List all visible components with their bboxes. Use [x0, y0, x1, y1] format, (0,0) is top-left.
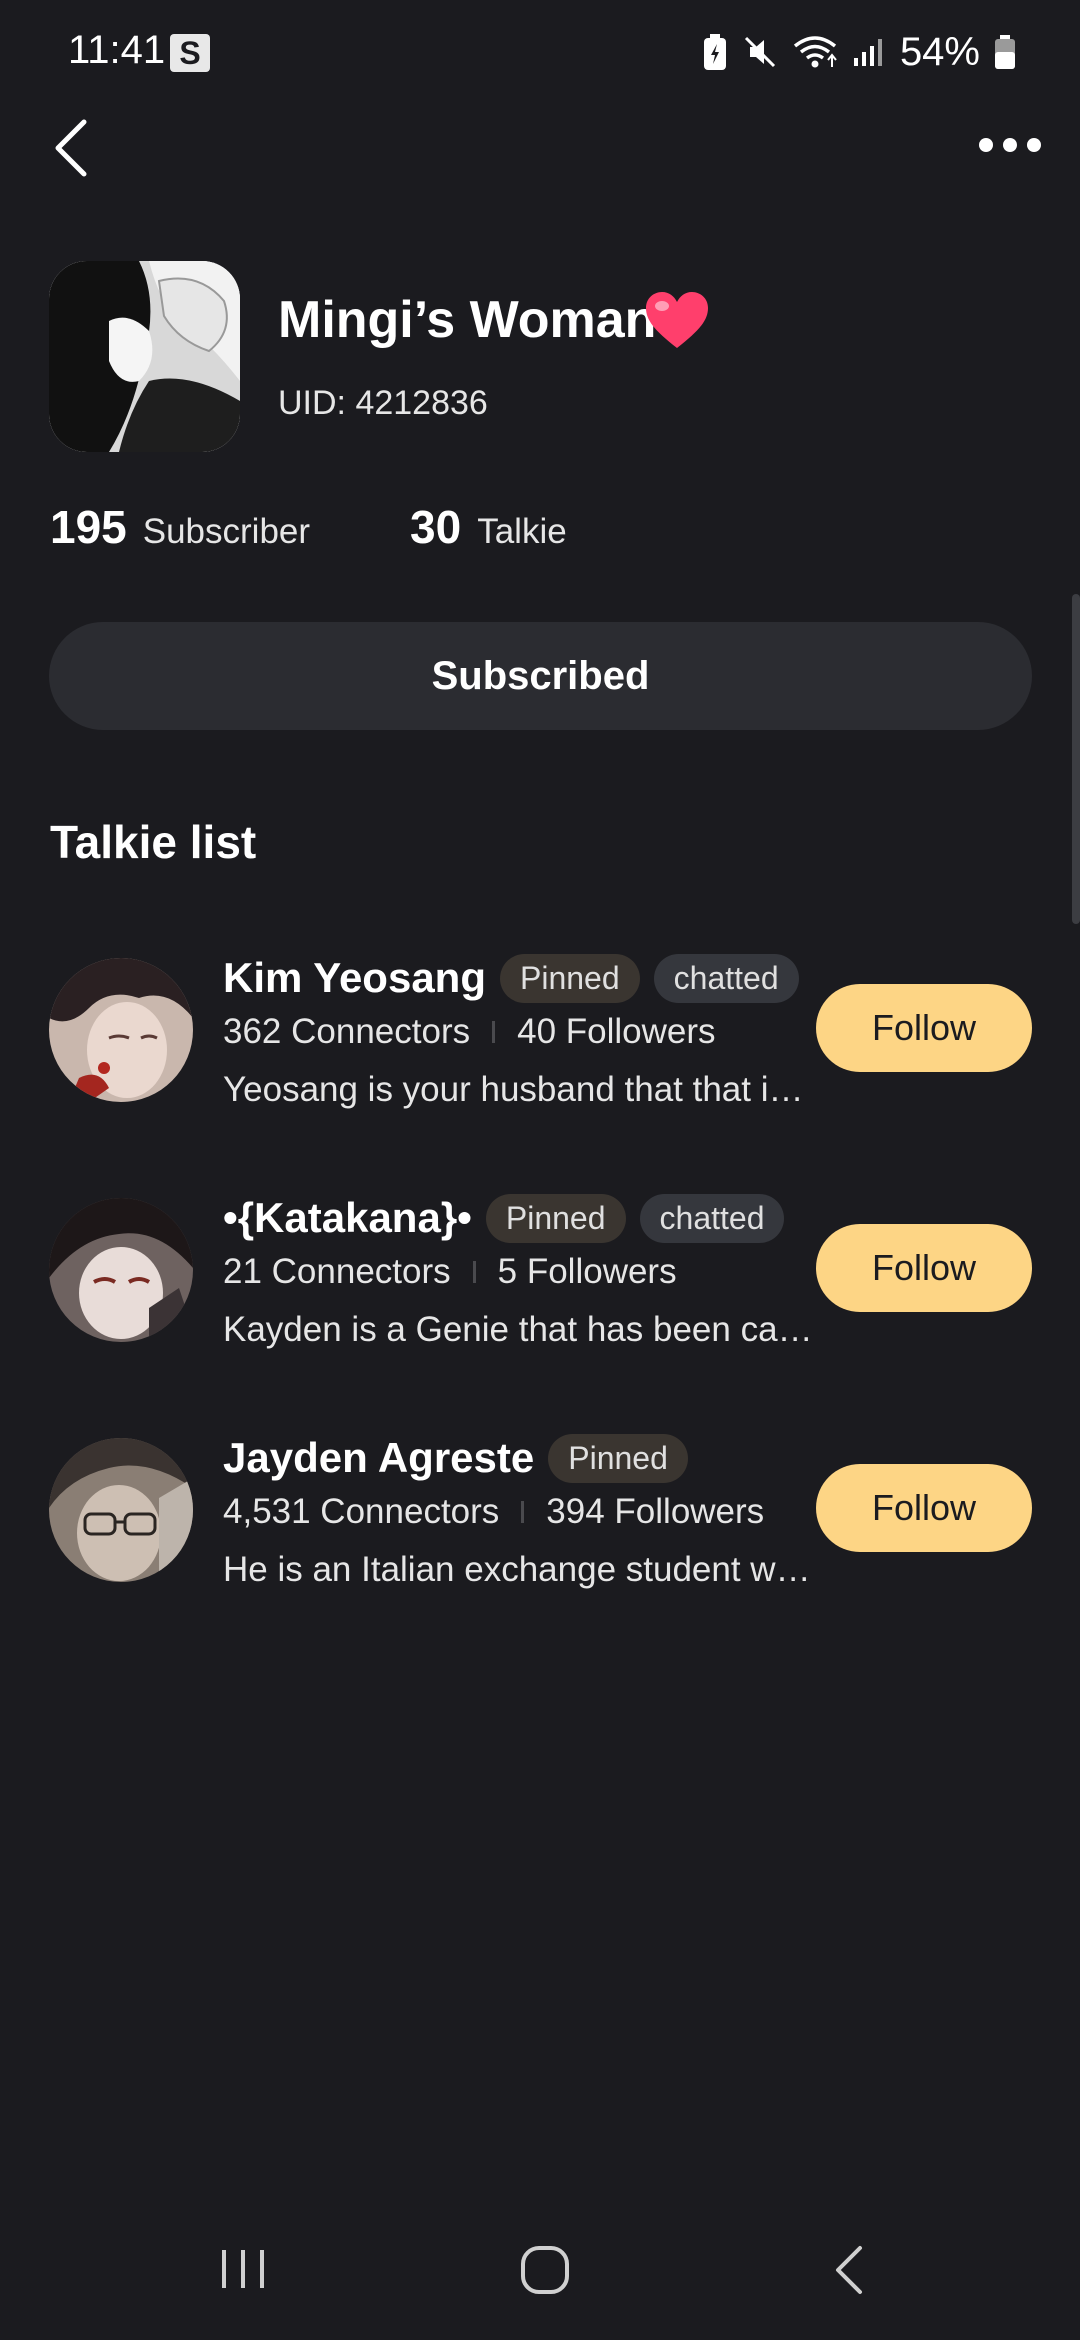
talkie-stats: 4,531 Connectors 394 Followers: [223, 1492, 764, 1532]
home-icon[interactable]: [519, 2244, 571, 2296]
talkie-count: 30: [410, 501, 462, 553]
system-back-icon[interactable]: [830, 2242, 870, 2298]
battery-percent: 54%: [899, 29, 980, 74]
followers-count: 5 Followers: [497, 1252, 677, 1291]
follow-button[interactable]: Follow: [816, 1224, 1032, 1312]
talkie-title-line: Jayden Agreste Pinned: [223, 1428, 688, 1488]
profile-stats: 195 Subscriber 30 Talkie: [50, 500, 567, 570]
talkie-title-line: •{Katakana}• Pinned chatted: [223, 1188, 785, 1248]
talkie-label: Talkie: [477, 512, 567, 551]
talkie-description: Yeosang is your husband that that is a: [223, 1070, 813, 1109]
followers-count: 40 Followers: [517, 1012, 716, 1051]
talkie-avatar: [49, 1198, 193, 1342]
heart-emoji-icon: [646, 292, 708, 348]
battery-icon: [995, 35, 1015, 69]
status-time: 11:41: [68, 28, 166, 72]
pinned-badge: Pinned: [500, 953, 640, 1003]
talkie-stats: 21 Connectors 5 Followers: [223, 1252, 677, 1292]
talkie-name: •{Katakana}•: [223, 1194, 472, 1241]
profile-name: Mingi’s Woman: [278, 291, 657, 349]
subscriber-label: Subscriber: [142, 512, 311, 551]
back-button[interactable]: [40, 108, 104, 188]
pinned-badge: Pinned: [485, 1193, 626, 1243]
follow-button[interactable]: Follow: [816, 984, 1032, 1072]
more-options-button[interactable]: [970, 120, 1050, 170]
connectors-count: 21 Connectors: [223, 1252, 451, 1291]
signal-icon: [853, 39, 882, 66]
mute-icon: [744, 36, 775, 68]
chatted-badge: chatted: [639, 1193, 785, 1243]
profile-uid: UID: 4212836: [278, 384, 488, 422]
talkie-description: He is an Italian exchange student who is: [223, 1550, 813, 1589]
connectors-count: 4,531 Connectors: [223, 1492, 500, 1531]
subscriber-count: 195: [50, 501, 127, 553]
talkie-description: Kayden is a Genie that has been captured: [223, 1310, 813, 1349]
talkie-list-title: Talkie list: [50, 816, 257, 868]
stats-divider: [521, 1501, 525, 1523]
talkie-stats: 362 Connectors 40 Followers: [223, 1012, 716, 1052]
wifi-icon: [793, 36, 837, 68]
status-bar: 11:41 S 54%: [0, 0, 1080, 100]
pinned-badge: Pinned: [548, 1433, 688, 1483]
talkie-avatar: [49, 958, 193, 1102]
more-horizontal-icon: [979, 138, 1041, 152]
app-notification-icon: S: [170, 34, 210, 72]
chevron-left-icon: [55, 119, 87, 177]
recent-apps-icon[interactable]: [218, 2244, 268, 2294]
talkie-list-item[interactable]: Kim Yeosang Pinned chatted 362 Connector…: [0, 953, 1080, 1158]
followers-count: 394 Followers: [546, 1492, 765, 1531]
battery-saver-icon: [703, 34, 726, 70]
talkie-title-line: Kim Yeosang Pinned chatted: [223, 948, 799, 1008]
talkie-name: Jayden Agreste: [223, 1434, 535, 1481]
talkie-avatar: [49, 1438, 193, 1582]
talkie-list-item[interactable]: •{Katakana}• Pinned chatted 21 Connector…: [0, 1193, 1080, 1398]
subscribed-button[interactable]: Subscribed: [49, 622, 1032, 730]
talkie-list-item[interactable]: Jayden Agreste Pinned 4,531 Connectors 3…: [0, 1433, 1080, 1638]
stats-divider: [492, 1021, 496, 1043]
scrollbar[interactable]: [1072, 594, 1080, 924]
talkie-name: Kim Yeosang: [223, 954, 486, 1001]
profile-avatar: [49, 261, 240, 452]
system-navigation-bar: [0, 2200, 1080, 2340]
connectors-count: 362 Connectors: [223, 1012, 471, 1051]
stats-divider: [472, 1261, 476, 1283]
follow-button[interactable]: Follow: [816, 1464, 1032, 1552]
status-icons: 54%: [702, 28, 1016, 76]
chatted-badge: chatted: [653, 953, 799, 1003]
